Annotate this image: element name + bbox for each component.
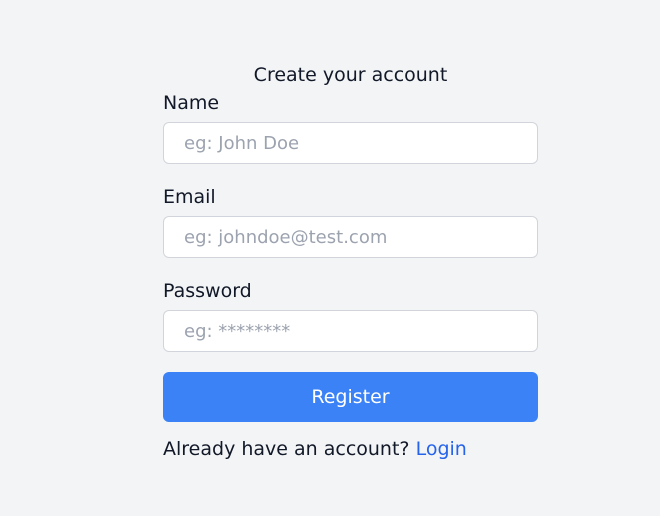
email-input[interactable] — [163, 216, 538, 258]
register-button[interactable]: Register — [163, 372, 538, 422]
login-prompt-text: Already have an account? — [163, 438, 410, 460]
name-input[interactable] — [163, 122, 538, 164]
register-form: Create your account Name Email Password … — [163, 62, 538, 463]
email-label: Email — [163, 186, 216, 208]
name-label: Name — [163, 92, 220, 114]
password-label: Password — [163, 280, 252, 302]
password-input[interactable] — [163, 310, 538, 352]
login-link[interactable]: Login — [416, 438, 467, 460]
login-prompt: Already have an account? Login — [163, 435, 538, 463]
page-title: Create your account — [253, 64, 448, 86]
